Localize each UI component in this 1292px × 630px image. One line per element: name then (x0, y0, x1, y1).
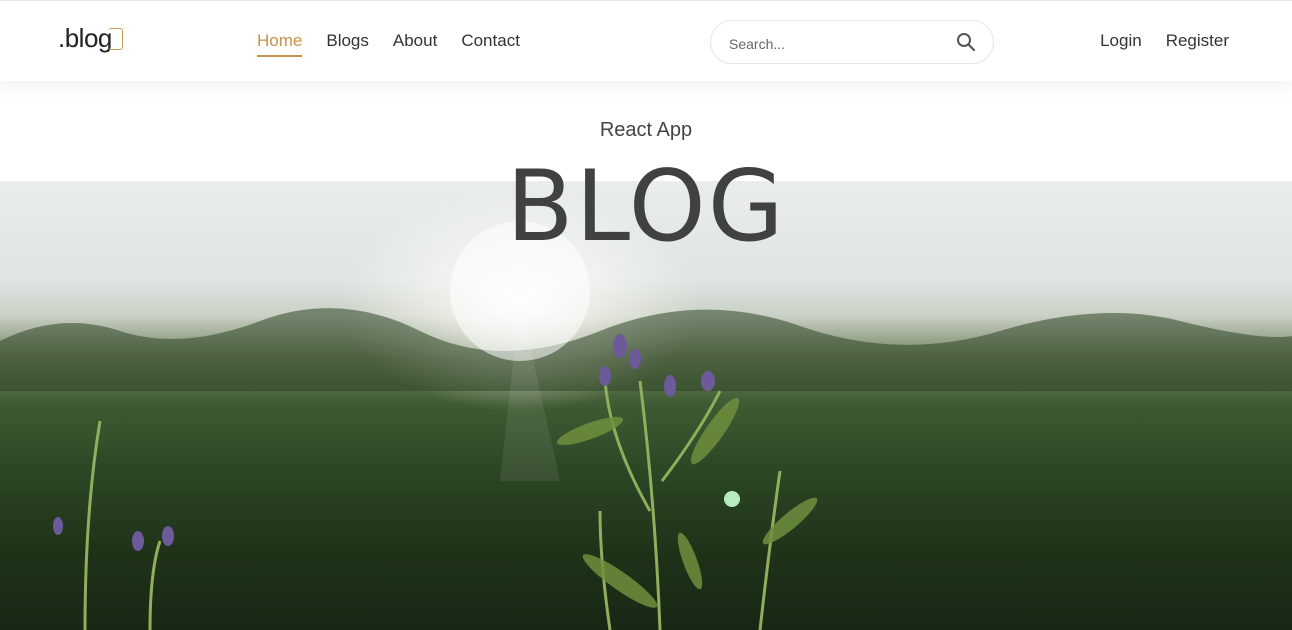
hero-subtitle: React App (599, 119, 693, 141)
logo-bubble-icon (108, 28, 123, 50)
main-nav: Home Blogs About Contact (257, 31, 544, 57)
site-header: .blog Home Blogs About Contact Login Reg… (0, 0, 1292, 81)
auth-links: Login Register (1076, 31, 1229, 51)
hero-title: BLOG (506, 150, 786, 264)
search-input[interactable] (727, 32, 941, 56)
register-link[interactable]: Register (1166, 31, 1229, 51)
nav-item-blogs[interactable]: Blogs (326, 31, 369, 57)
logo-text: .blog (58, 23, 112, 53)
search-icon[interactable] (955, 31, 977, 53)
site-logo[interactable]: .blog (58, 23, 123, 54)
nav-item-about[interactable]: About (393, 31, 437, 57)
search-box (710, 20, 994, 64)
nav-item-contact[interactable]: Contact (461, 31, 520, 57)
page: .blog Home Blogs About Contact Login Reg… (0, 0, 1292, 630)
login-link[interactable]: Login (1100, 31, 1142, 51)
nav-item-home[interactable]: Home (257, 31, 303, 57)
